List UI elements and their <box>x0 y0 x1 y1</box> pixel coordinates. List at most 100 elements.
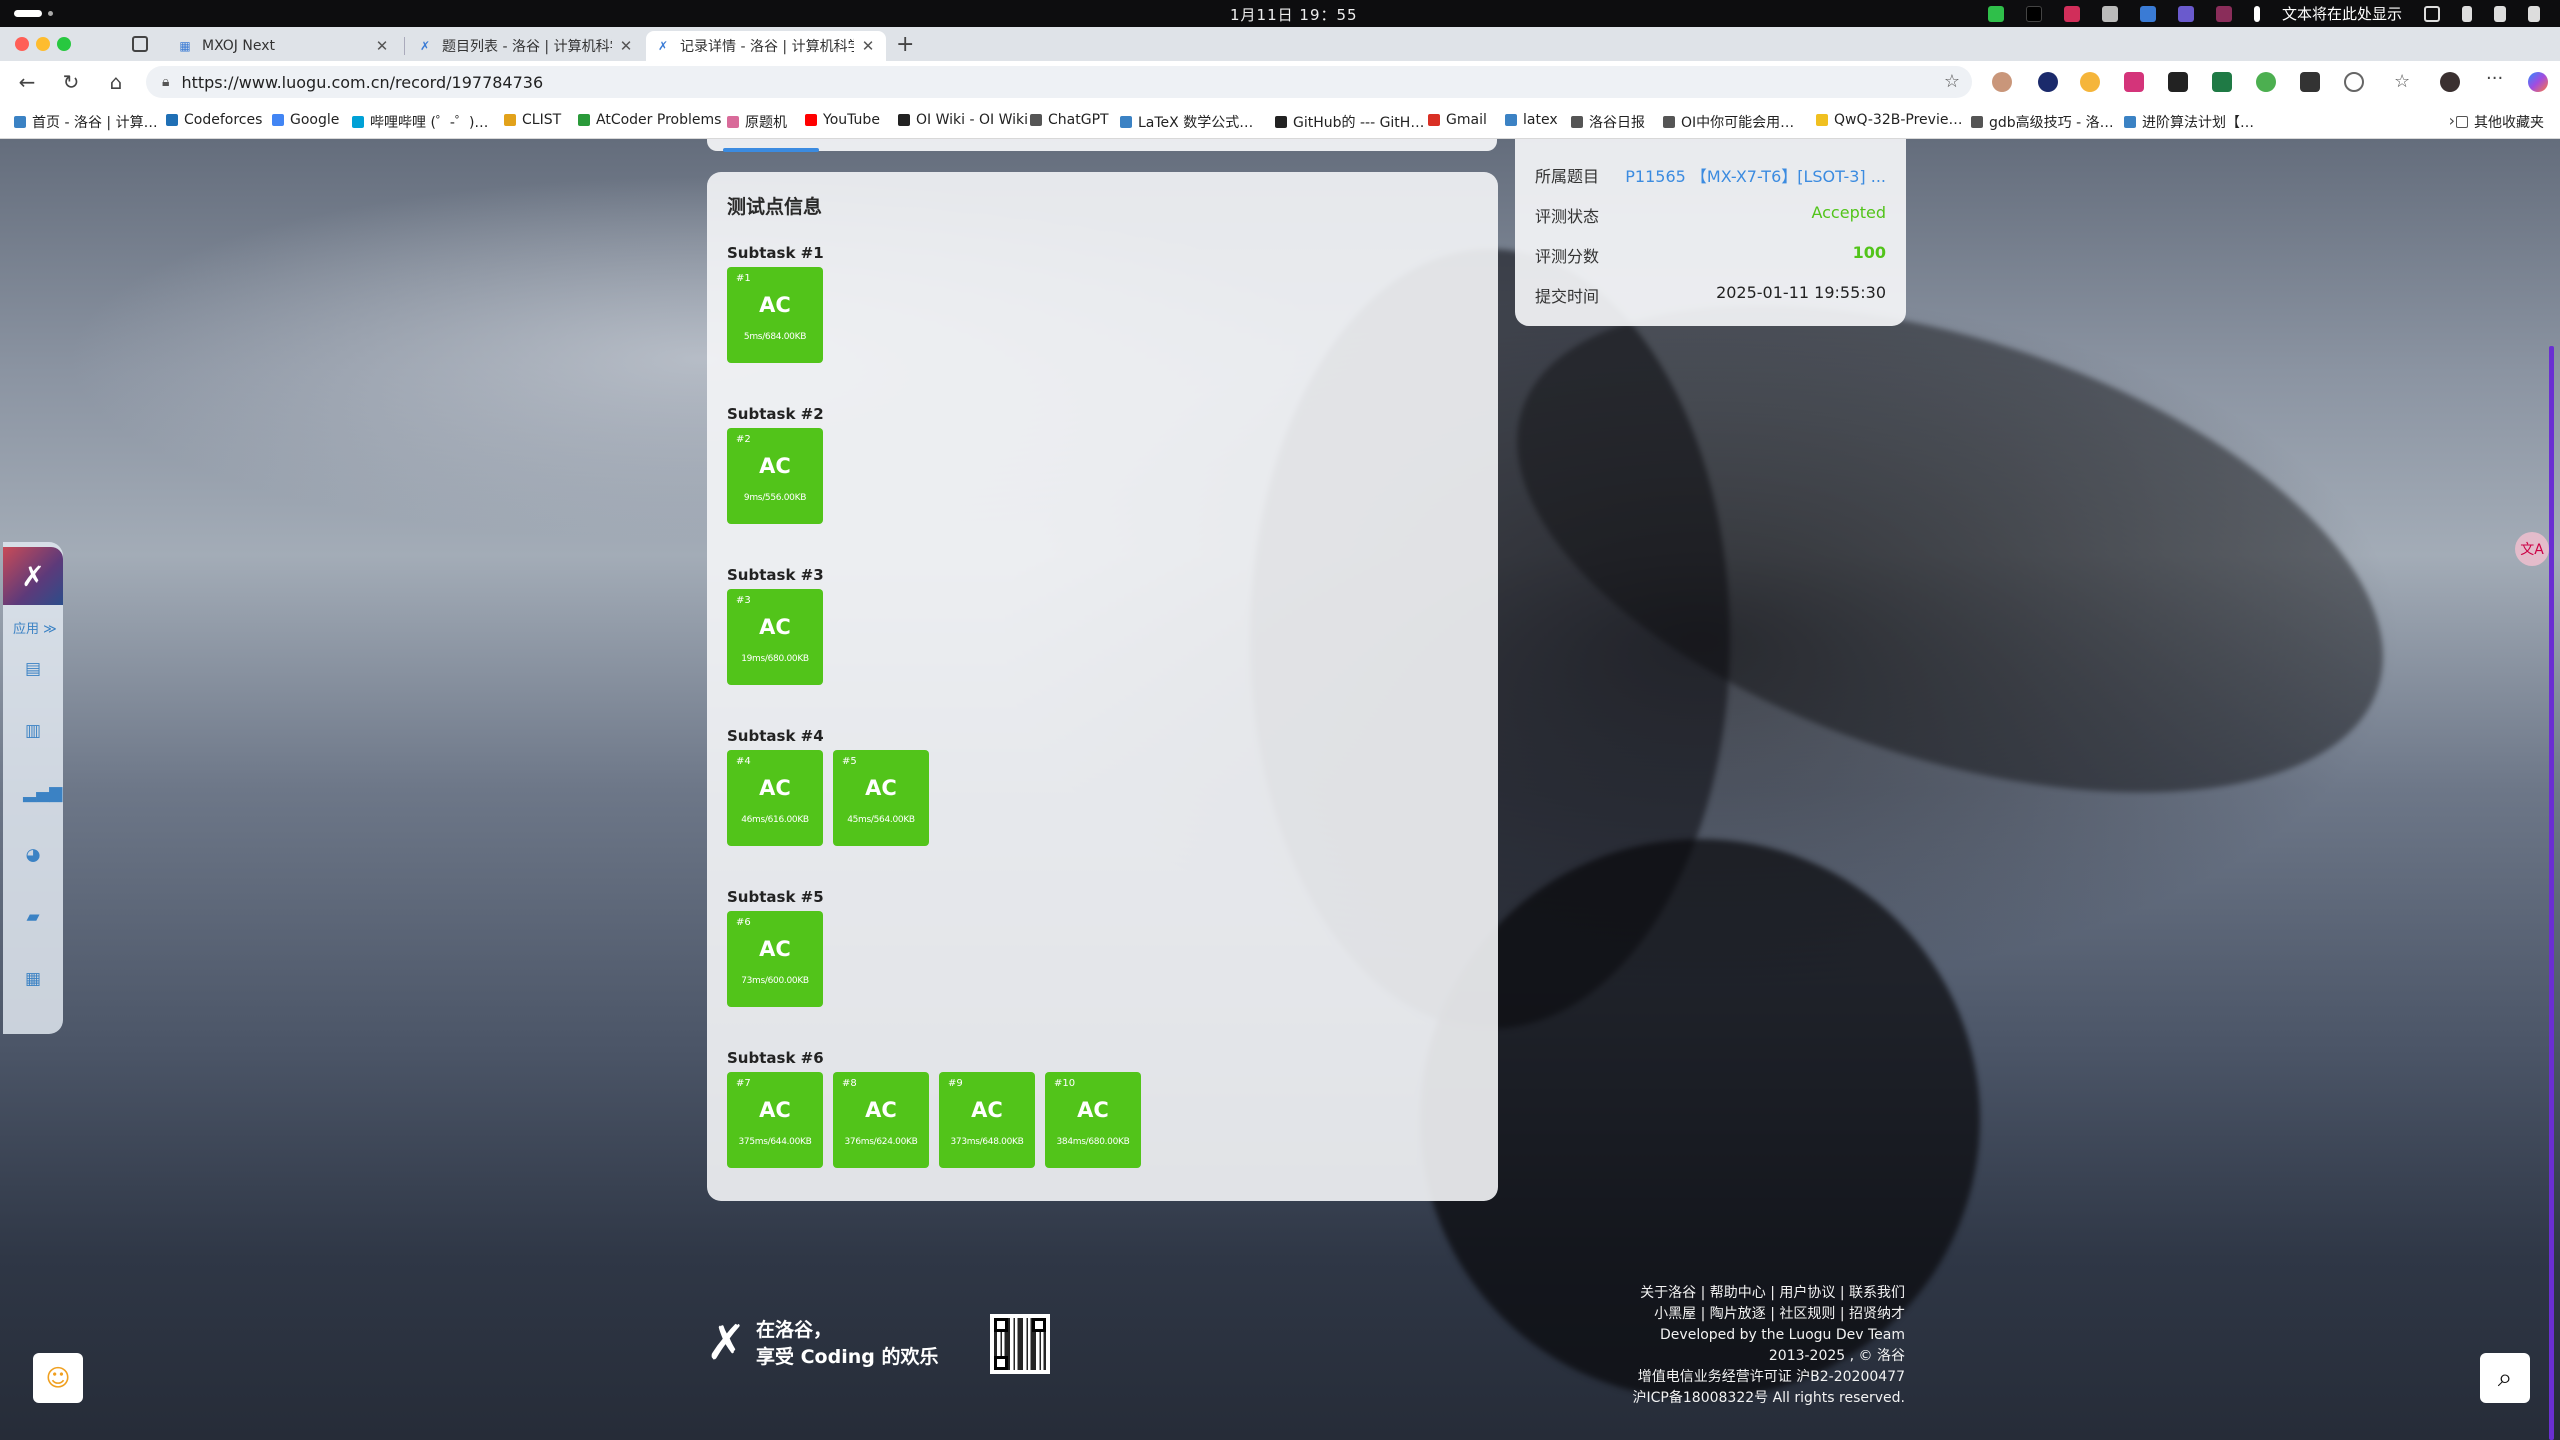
url-text[interactable]: https://www.luogu.com.cn/record/19778473… <box>181 73 543 92</box>
bookmark-item[interactable]: 洛谷日报 <box>1571 112 1645 132</box>
lock-icon[interactable]: 🔒︎ <box>162 74 169 90</box>
workspace-indicator[interactable] <box>14 10 42 17</box>
close-icon[interactable]: ✕ <box>374 37 390 55</box>
copilot-icon[interactable] <box>2528 72 2548 92</box>
footer-links-row[interactable]: 小黑屋 | 陶片放逐 | 社区规则 | 招贤纳才 <box>1585 1304 1905 1325</box>
os-clock[interactable]: 1月11日 19：55 <box>1230 4 1358 25</box>
extension-icon[interactable] <box>2212 72 2232 92</box>
extension-icon[interactable] <box>2124 72 2144 92</box>
avatar[interactable] <box>2440 72 2460 92</box>
address-bar[interactable]: 🔒︎ https://www.luogu.com.cn/record/19778… <box>146 66 1972 98</box>
window-maximize-button[interactable] <box>57 37 71 51</box>
bookmark-item[interactable]: AtCoder Problems <box>578 112 721 128</box>
tab-actions-icon[interactable] <box>132 36 148 52</box>
app-icon[interactable] <box>2215 5 2232 22</box>
testcase-tile[interactable]: #1 AC 5ms/684.00KB <box>727 267 823 363</box>
bookmark-item[interactable]: Google <box>272 112 339 128</box>
bookmark-item[interactable]: 进阶算法计划【… <box>2124 112 2254 132</box>
other-bookmarks-folder[interactable]: 其他收藏夹 <box>2456 112 2544 132</box>
sync-icon[interactable] <box>2344 72 2364 92</box>
bookmark-item[interactable]: 哔哩哔哩 (゜-゜)… <box>352 112 488 132</box>
bookmark-item[interactable]: Codeforces <box>166 112 262 128</box>
translate-icon[interactable]: 文A <box>2515 532 2549 566</box>
ranking-chart-icon[interactable]: ▂▄▆ <box>23 783 62 803</box>
window-close-button[interactable] <box>15 37 29 51</box>
bookmark-item[interactable]: GitHub的 --- GitH… <box>1275 112 1424 132</box>
problem-link[interactable]: P11565 【MX-X7-T6】[LSOT-3] ... <box>1625 163 1886 187</box>
bookmark-item[interactable]: gdb高级技巧 - 洛… <box>1971 112 2114 132</box>
mascot-button[interactable]: ☺ <box>33 1353 83 1403</box>
discussion-icon[interactable]: ▰ <box>23 907 43 927</box>
screen-icon[interactable] <box>2424 5 2440 22</box>
bookmark-item[interactable]: CLIST <box>504 112 561 128</box>
problem-list-icon[interactable]: ▤ <box>23 659 43 679</box>
app-icon[interactable] <box>2025 5 2042 22</box>
bookmark-item[interactable]: YouTube <box>805 112 880 128</box>
testcase-tile[interactable]: #9 AC 373ms/648.00KB <box>939 1072 1035 1168</box>
testcase-tile[interactable]: #7 AC 375ms/644.00KB <box>727 1072 823 1168</box>
wechat-icon[interactable] <box>1987 5 2004 22</box>
power-icon[interactable] <box>2528 5 2540 22</box>
app-icon[interactable] <box>2063 5 2080 22</box>
pie-chart-icon[interactable]: ◕ <box>23 845 43 865</box>
testcase-status: AC <box>759 776 791 800</box>
search-zoom-button[interactable]: ⌕ <box>2480 1353 2530 1403</box>
scrollbar[interactable] <box>2549 346 2554 1440</box>
volume-icon[interactable] <box>2494 5 2506 22</box>
testcase-tile[interactable]: #4 AC 46ms/616.00KB <box>727 750 823 846</box>
testcase-tile[interactable]: #3 AC 19ms/680.00KB <box>727 589 823 685</box>
testcase-tile[interactable]: #10 AC 384ms/680.00KB <box>1045 1072 1141 1168</box>
extension-icon[interactable] <box>2256 72 2276 92</box>
more-options-icon[interactable]: ··· <box>2486 70 2506 92</box>
chevron-right-icon[interactable]: › <box>2449 111 2455 130</box>
app-icon[interactable] <box>2177 5 2194 22</box>
testcase-tile[interactable]: #8 AC 376ms/624.00KB <box>833 1072 929 1168</box>
clipboard-icon[interactable]: ▥ <box>23 721 43 741</box>
extension-icon[interactable] <box>1992 72 2012 92</box>
extension-icon[interactable] <box>2038 72 2058 92</box>
bookmark-item[interactable]: LaTeX 数学公式… <box>1120 112 1253 132</box>
footer-dev-team: Developed by the Luogu Dev Team <box>1660 1327 1905 1343</box>
bookmark-item[interactable]: OI Wiki - OI Wiki <box>898 112 1028 128</box>
new-tab-button[interactable]: + <box>896 32 914 57</box>
workspace-dot[interactable] <box>48 11 53 16</box>
testcase-tile[interactable]: #2 AC 9ms/556.00KB <box>727 428 823 524</box>
close-icon[interactable]: ✕ <box>860 37 876 55</box>
home-button[interactable]: ⌂ <box>104 70 128 94</box>
favorites-icon[interactable]: ☆ <box>2394 72 2414 92</box>
extension-icon[interactable] <box>2168 72 2188 92</box>
back-button[interactable]: ← <box>15 70 39 94</box>
bookmark-item[interactable]: latex <box>1505 112 1558 128</box>
window-minimize-button[interactable] <box>36 37 50 51</box>
footer-icp[interactable]: 沪ICP备18008322号 All rights reserved. <box>1585 1388 1905 1409</box>
apps-toggle[interactable]: 应用 ≫ <box>13 618 57 637</box>
bookmark-item[interactable]: Gmail <box>1428 112 1487 128</box>
extension-icon[interactable] <box>2300 72 2320 92</box>
bookmark-item[interactable]: 原题机 <box>727 112 787 132</box>
subtask-group: Subtask #5 #6 AC 73ms/600.00KB <box>727 888 824 1007</box>
network-icon[interactable] <box>2462 5 2472 22</box>
app-icon[interactable] <box>2101 5 2118 22</box>
bookmark-item[interactable]: ChatGPT <box>1030 112 1109 128</box>
bluetooth-icon[interactable] <box>2139 5 2156 22</box>
favorite-star-icon[interactable]: ☆ <box>1944 71 1960 92</box>
extension-icon[interactable] <box>2080 72 2100 92</box>
bookmark-item[interactable]: OI中你可能会用… <box>1663 112 1794 132</box>
articles-icon[interactable]: ▦ <box>23 969 43 989</box>
bookmark-item[interactable]: QwQ-32B-Previe… <box>1816 112 1962 128</box>
browser-tab-active[interactable]: ✗ 记录详情 - 洛谷 | 计算机科学教 ✕ <box>646 31 886 61</box>
notification-icon[interactable] <box>2253 5 2260 22</box>
bookmark-favicon-icon <box>352 116 364 128</box>
testcase-tile[interactable]: #6 AC 73ms/600.00KB <box>727 911 823 1007</box>
browser-tab[interactable]: ✗ 题目列表 - 洛谷 | 计算机科学教 ✕ <box>408 31 644 61</box>
testcase-id: #6 <box>736 917 751 928</box>
footer-license[interactable]: 增值电信业务经营许可证 沪B2-20200477 <box>1585 1367 1905 1388</box>
bookmark-favicon-icon <box>2124 116 2136 128</box>
browser-tab[interactable]: ▦ MXOJ Next ✕ <box>168 31 400 61</box>
footer-links-row[interactable]: 关于洛谷 | 帮助中心 | 用户协议 | 联系我们 <box>1585 1283 1905 1304</box>
luogu-logo-icon[interactable]: ✗ <box>3 547 63 605</box>
testcase-tile[interactable]: #5 AC 45ms/564.00KB <box>833 750 929 846</box>
close-icon[interactable]: ✕ <box>618 37 634 55</box>
bookmark-item[interactable]: 首页 - 洛谷 | 计算… <box>14 112 158 132</box>
reload-button[interactable]: ↻ <box>59 70 83 94</box>
